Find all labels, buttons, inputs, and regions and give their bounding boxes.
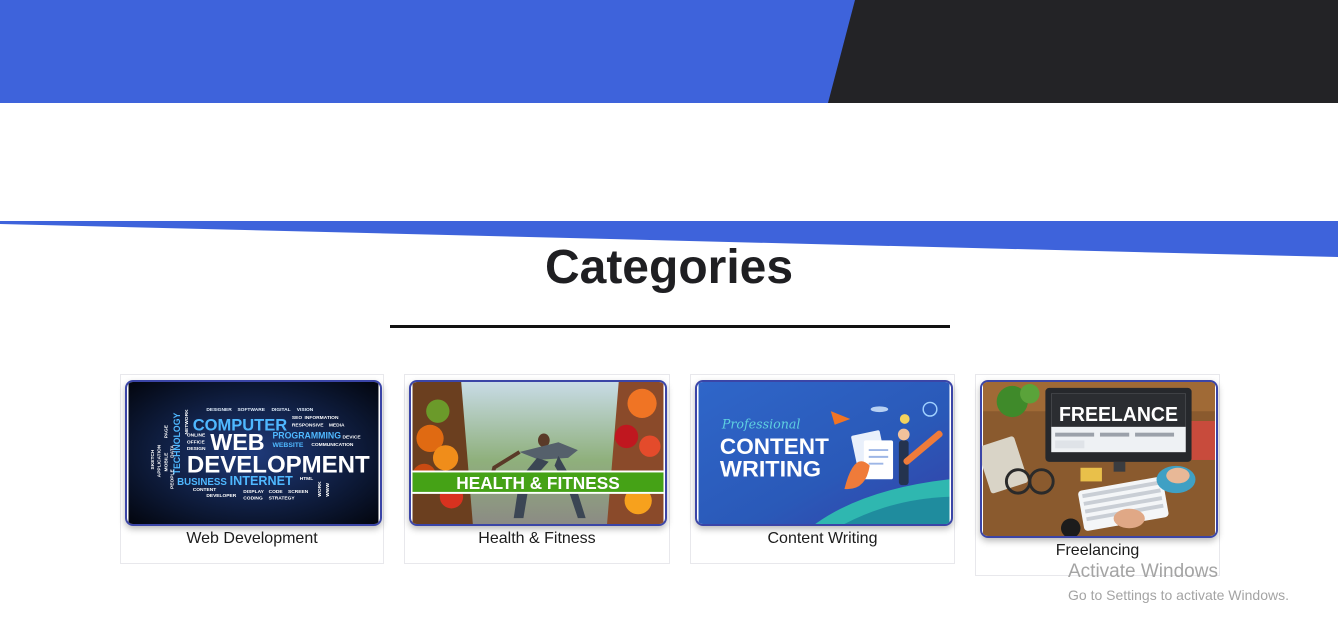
svg-text:Professional: Professional [721, 417, 801, 432]
svg-text:SCREEN: SCREEN [288, 489, 309, 495]
svg-text:CONTENT: CONTENT [720, 434, 829, 459]
svg-text:DEVICE: DEVICE [342, 434, 361, 440]
svg-text:CODE: CODE [269, 489, 284, 495]
svg-text:DIGITAL: DIGITAL [271, 407, 290, 413]
category-card-health-fitness[interactable]: HEALTH & FITNESS Health & Fitness [404, 374, 670, 564]
svg-text:WEBSITE: WEBSITE [272, 442, 303, 449]
svg-text:FREELANCE: FREELANCE [1059, 403, 1178, 426]
svg-text:STRATEGY: STRATEGY [269, 496, 296, 502]
svg-text:PROGRAMMING: PROGRAMMING [272, 430, 341, 440]
svg-text:APPLICATION: APPLICATION [157, 444, 163, 477]
svg-text:TECHNOLOGY: TECHNOLOGY [172, 412, 182, 474]
svg-text:PAGE: PAGE [163, 424, 169, 438]
web-development-image[interactable]: DESIGNER SOFTWARE DIGITAL VISION COMPUTE… [125, 380, 382, 526]
svg-text:SKETCH: SKETCH [150, 449, 156, 469]
category-label[interactable]: Web Development [121, 530, 383, 548]
freelancing-image[interactable]: FREELANCE [980, 380, 1218, 538]
svg-text:COMMUNICATION: COMMUNICATION [311, 442, 354, 448]
svg-text:DESIGN: DESIGN [187, 446, 206, 452]
svg-text:WORK: WORK [317, 481, 323, 497]
svg-text:WWW: WWW [325, 483, 331, 497]
svg-text:CODING: CODING [243, 496, 263, 502]
svg-text:VISION: VISION [297, 407, 314, 413]
content-writing-image[interactable]: Professional CONTENT WRITING [695, 380, 953, 526]
svg-text:HTML: HTML [300, 476, 314, 482]
svg-text:DATA: DATA [169, 445, 175, 458]
title-divider [390, 325, 950, 328]
svg-text:MOBILE: MOBILE [163, 452, 169, 472]
category-card-freelancing[interactable]: FREELANCE Freelancing [975, 374, 1220, 576]
svg-text:HEALTH & FITNESS: HEALTH & FITNESS [456, 473, 619, 493]
svg-text:SOFTWARE: SOFTWARE [237, 407, 265, 413]
category-card-content-writing[interactable]: Professional CONTENT WRITING Content Wri… [690, 374, 955, 564]
svg-text:INFORMATION: INFORMATION [305, 415, 339, 421]
header-dark-panel [828, 0, 1338, 103]
category-label[interactable]: Content Writing [691, 530, 954, 548]
watermark-subtitle: Go to Settings to activate Windows. [1068, 587, 1289, 603]
svg-text:BUSINESS: BUSINESS [177, 477, 227, 488]
svg-text:OFFICE: OFFICE [187, 439, 206, 445]
svg-text:NETWORK: NETWORK [184, 409, 190, 435]
watermark-title: Activate Windows [1068, 561, 1218, 582]
svg-text:MEDIA: MEDIA [329, 423, 345, 429]
svg-text:DESIGNER: DESIGNER [206, 407, 232, 413]
section-title: Categories [544, 241, 794, 294]
svg-text:CONTENT: CONTENT [193, 487, 217, 493]
category-label[interactable]: Health & Fitness [405, 530, 669, 548]
category-label[interactable]: Freelancing [976, 542, 1219, 560]
windows-activation-watermark: Activate Windows Go to Settings to activ… [1068, 560, 1289, 605]
svg-text:RESPONSIVE: RESPONSIVE [292, 423, 324, 429]
health-fitness-image[interactable]: HEALTH & FITNESS [409, 380, 667, 526]
svg-text:SEO: SEO [292, 415, 302, 421]
svg-text:DEVELOPER: DEVELOPER [206, 493, 236, 499]
svg-text:INTERNET: INTERNET [230, 474, 293, 488]
svg-text:DISPLAY: DISPLAY [243, 489, 264, 495]
svg-text:WRITING: WRITING [720, 456, 821, 481]
category-card-web-development[interactable]: DESIGNER SOFTWARE DIGITAL VISION COMPUTE… [120, 374, 384, 564]
